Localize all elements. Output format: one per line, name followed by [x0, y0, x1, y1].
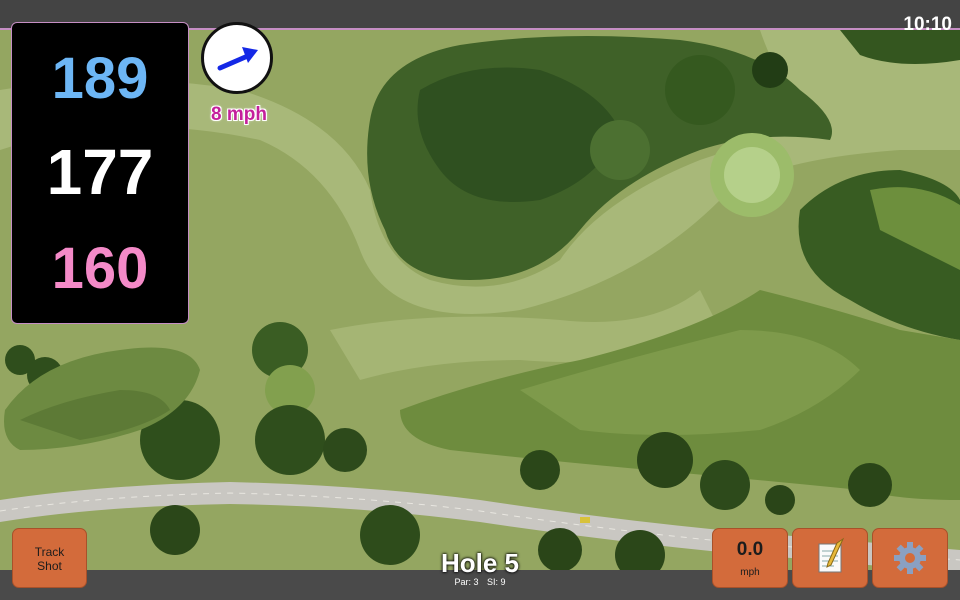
front-distance: 160 [51, 236, 149, 301]
back-distance: 189 [51, 46, 149, 111]
hole-si: SI: 9 [487, 577, 506, 587]
track-shot-button[interactable]: Track Shot [12, 528, 87, 588]
speed-value: 0.0 [736, 539, 764, 560]
wind-arrow-icon [217, 47, 258, 71]
notes-icon [818, 537, 845, 573]
gear-icon [894, 542, 926, 574]
speed-unit: mph [740, 567, 760, 578]
middle-distance: 177 [46, 136, 154, 208]
wind-indicator [201, 22, 273, 94]
hole-details: Par: 3 SI: 9 [380, 577, 580, 587]
settings-button[interactable] [872, 528, 948, 588]
hole-title: Hole 5 [440, 548, 520, 578]
distance-panel: 189 177 160 [11, 22, 189, 324]
notes-button[interactable] [792, 528, 868, 588]
wind-speed: 8 mph [211, 104, 267, 125]
speed-button[interactable]: 0.0 mph [712, 528, 788, 588]
hole-par: Par: 3 [454, 577, 479, 587]
track-shot-label: Track Shot [34, 545, 65, 573]
